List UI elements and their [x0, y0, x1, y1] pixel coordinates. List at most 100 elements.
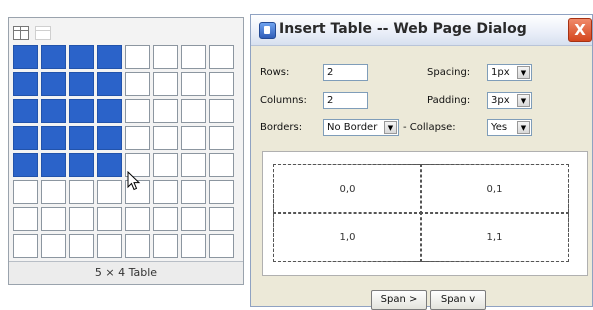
grid-cell[interactable] — [125, 45, 150, 69]
mouse-pointer-icon — [127, 171, 141, 191]
grid-cell-selected[interactable] — [97, 153, 122, 177]
preview-cell[interactable]: 0,1 — [420, 164, 569, 214]
table-size-picker: 5 × 4 Table — [8, 17, 244, 285]
close-button[interactable]: X — [568, 18, 592, 42]
rows-input[interactable]: 2 — [323, 64, 368, 81]
grid-cell-selected[interactable] — [69, 72, 94, 96]
grid-cell-selected[interactable] — [41, 126, 66, 150]
grid-cell[interactable] — [209, 180, 234, 204]
grid-cell[interactable] — [209, 234, 234, 258]
padding-label: Padding: — [427, 95, 471, 106]
chevron-down-icon[interactable]: ▼ — [384, 121, 397, 134]
grid-cell[interactable] — [41, 234, 66, 258]
grid-cell-selected[interactable] — [69, 99, 94, 123]
grid-cell[interactable] — [209, 72, 234, 96]
grid-cell[interactable] — [153, 72, 178, 96]
table-properties-icon — [35, 26, 51, 40]
grid-cell[interactable] — [153, 45, 178, 69]
preview-table: 0,0 0,1 1,0 1,1 — [273, 164, 569, 262]
span-down-button[interactable]: Span v — [430, 290, 486, 310]
table-grid[interactable] — [13, 45, 237, 258]
grid-cell[interactable] — [69, 180, 94, 204]
collapse-select[interactable]: Yes ▼ — [487, 119, 532, 136]
dialog-titlebar[interactable]: Insert Table -- Web Page Dialog X — [251, 15, 592, 46]
table-icon[interactable] — [13, 26, 29, 40]
grid-cell-selected[interactable] — [13, 45, 38, 69]
grid-cell[interactable] — [41, 180, 66, 204]
grid-cell[interactable] — [181, 72, 206, 96]
chevron-down-icon[interactable]: ▼ — [517, 121, 530, 134]
table-preview: 0,0 0,1 1,0 1,1 — [262, 151, 588, 276]
grid-cell[interactable] — [181, 126, 206, 150]
grid-cell[interactable] — [153, 234, 178, 258]
grid-cell[interactable] — [125, 126, 150, 150]
grid-cell[interactable] — [125, 207, 150, 231]
borders-select[interactable]: No Border ▼ — [323, 119, 399, 136]
grid-cell-selected[interactable] — [69, 153, 94, 177]
grid-cell[interactable] — [153, 99, 178, 123]
grid-cell[interactable] — [69, 234, 94, 258]
grid-cell-selected[interactable] — [13, 72, 38, 96]
chevron-down-icon[interactable]: ▼ — [517, 66, 530, 79]
borders-value: No Border — [327, 122, 378, 133]
grid-cell-selected[interactable] — [41, 45, 66, 69]
collapse-value: Yes — [491, 122, 508, 133]
grid-cell[interactable] — [13, 207, 38, 231]
grid-cell[interactable] — [97, 207, 122, 231]
grid-cell-selected[interactable] — [41, 72, 66, 96]
grid-cell-selected[interactable] — [41, 153, 66, 177]
grid-cell[interactable] — [153, 207, 178, 231]
grid-cell[interactable] — [181, 153, 206, 177]
span-right-button[interactable]: Span > — [371, 290, 427, 310]
picker-toolbar — [13, 26, 51, 42]
padding-select[interactable]: 3px ▼ — [487, 92, 532, 109]
grid-cell[interactable] — [181, 207, 206, 231]
grid-cell[interactable] — [153, 180, 178, 204]
grid-cell-selected[interactable] — [13, 99, 38, 123]
grid-cell[interactable] — [181, 180, 206, 204]
grid-cell[interactable] — [209, 99, 234, 123]
grid-cell-selected[interactable] — [69, 126, 94, 150]
grid-cell[interactable] — [97, 180, 122, 204]
grid-cell-selected[interactable] — [13, 153, 38, 177]
preview-cell[interactable]: 1,0 — [273, 212, 422, 262]
borders-label: Borders: — [260, 122, 303, 133]
rows-label: Rows: — [260, 67, 290, 78]
grid-cell[interactable] — [125, 72, 150, 96]
grid-cell[interactable] — [209, 126, 234, 150]
grid-cell-selected[interactable] — [97, 72, 122, 96]
columns-label: Columns: — [260, 95, 307, 106]
grid-cell[interactable] — [41, 207, 66, 231]
grid-cell[interactable] — [181, 234, 206, 258]
grid-cell-selected[interactable] — [97, 126, 122, 150]
grid-cell-selected[interactable] — [97, 45, 122, 69]
grid-cell-selected[interactable] — [97, 99, 122, 123]
grid-cell[interactable] — [13, 180, 38, 204]
grid-cell[interactable] — [125, 99, 150, 123]
grid-cell[interactable] — [97, 234, 122, 258]
grid-cell[interactable] — [125, 234, 150, 258]
insert-table-dialog: Insert Table -- Web Page Dialog X Rows: … — [250, 14, 593, 310]
padding-value: 3px — [491, 95, 510, 106]
grid-cell[interactable] — [209, 45, 234, 69]
grid-cell[interactable] — [181, 99, 206, 123]
columns-input[interactable]: 2 — [323, 92, 368, 109]
grid-cell-selected[interactable] — [41, 99, 66, 123]
grid-cell-selected[interactable] — [69, 45, 94, 69]
grid-cell[interactable] — [13, 234, 38, 258]
collapse-label: - Collapse: — [403, 122, 456, 133]
grid-cell[interactable] — [209, 207, 234, 231]
grid-cell-selected[interactable] — [13, 126, 38, 150]
grid-cell[interactable] — [181, 45, 206, 69]
picker-size-label: 5 × 4 Table — [9, 261, 243, 284]
spacing-select[interactable]: 1px ▼ — [487, 64, 532, 81]
grid-cell[interactable] — [153, 153, 178, 177]
preview-cell[interactable]: 0,0 — [273, 164, 422, 214]
dialog-body: Rows: 2 Spacing: 1px ▼ Columns: 2 Padding… — [251, 46, 592, 310]
web-page-icon — [259, 22, 276, 39]
preview-cell[interactable]: 1,1 — [420, 212, 569, 262]
grid-cell[interactable] — [209, 153, 234, 177]
chevron-down-icon[interactable]: ▼ — [517, 94, 530, 107]
grid-cell[interactable] — [153, 126, 178, 150]
grid-cell[interactable] — [69, 207, 94, 231]
